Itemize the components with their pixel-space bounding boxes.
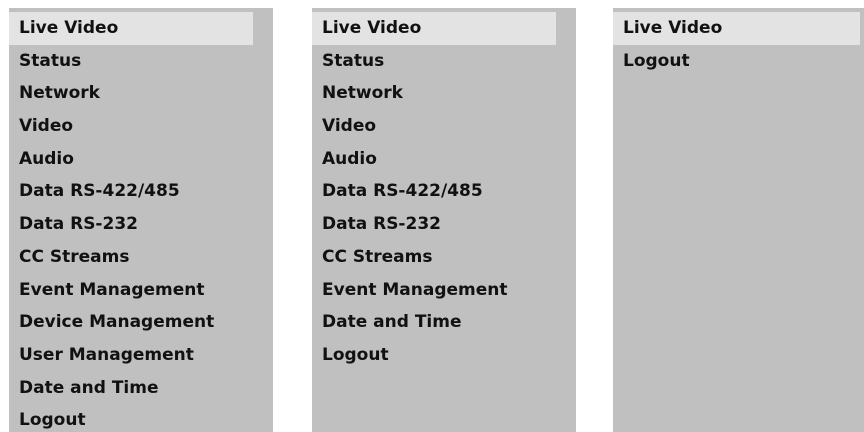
operator-menu-list: Live Video Status Network Video Audio Da… (312, 12, 576, 372)
menu-item-audio[interactable]: Audio (9, 143, 273, 176)
menu-item-cc-streams[interactable]: CC Streams (9, 241, 273, 274)
menu-item-logout[interactable]: Logout (613, 45, 864, 78)
menu-item-data-rs-232[interactable]: Data RS-232 (9, 208, 273, 241)
menu-item-data-rs-232[interactable]: Data RS-232 (312, 208, 576, 241)
viewer-menu-panel: Live Video Logout (613, 8, 864, 432)
menu-item-date-and-time[interactable]: Date and Time (9, 372, 273, 405)
menu-item-user-management[interactable]: User Management (9, 339, 273, 372)
menu-item-network[interactable]: Network (312, 77, 576, 110)
menu-item-event-management[interactable]: Event Management (312, 274, 576, 307)
admin-menu-panel: Live Video Status Network Video Audio Da… (9, 8, 273, 432)
viewer-menu-list: Live Video Logout (613, 12, 864, 77)
menu-item-status[interactable]: Status (9, 45, 273, 78)
menu-item-video[interactable]: Video (312, 110, 576, 143)
menu-item-cc-streams[interactable]: CC Streams (312, 241, 576, 274)
menu-item-status[interactable]: Status (312, 45, 576, 78)
menu-item-data-rs-422-485[interactable]: Data RS-422/485 (312, 175, 576, 208)
menu-item-event-management[interactable]: Event Management (9, 274, 273, 307)
menu-item-video[interactable]: Video (9, 110, 273, 143)
menu-item-audio[interactable]: Audio (312, 143, 576, 176)
menu-item-date-and-time[interactable]: Date and Time (312, 306, 576, 339)
menu-item-logout[interactable]: Logout (9, 404, 273, 432)
menu-item-live-video[interactable]: Live Video (9, 12, 253, 45)
menu-item-live-video[interactable]: Live Video (312, 12, 556, 45)
admin-menu-list: Live Video Status Network Video Audio Da… (9, 12, 273, 432)
menu-item-device-management[interactable]: Device Management (9, 306, 273, 339)
operator-menu-panel: Live Video Status Network Video Audio Da… (312, 8, 576, 432)
menu-item-logout[interactable]: Logout (312, 339, 576, 372)
menu-item-data-rs-422-485[interactable]: Data RS-422/485 (9, 175, 273, 208)
menu-item-live-video[interactable]: Live Video (613, 12, 860, 45)
menu-item-network[interactable]: Network (9, 77, 273, 110)
